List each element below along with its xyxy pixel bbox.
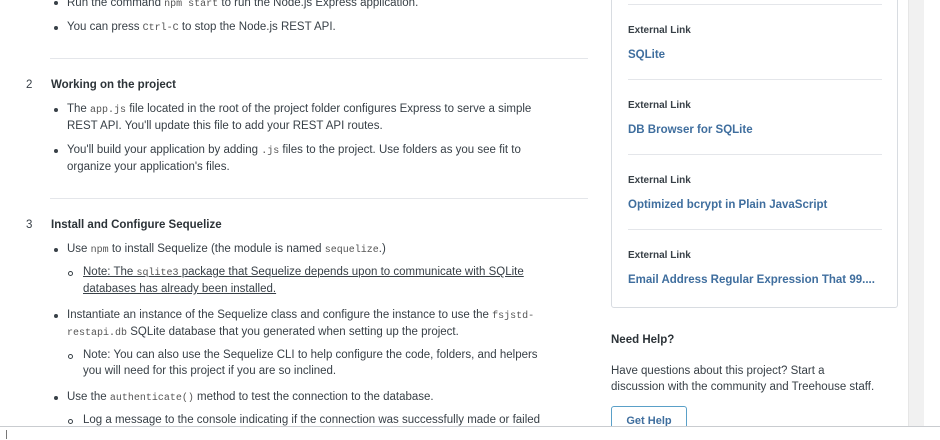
resource-label: External Link <box>628 250 691 261</box>
resource-title[interactable]: SQLite <box>628 49 882 61</box>
step-divider <box>50 58 588 59</box>
resource-link-sqlite[interactable]: External Link SQLite <box>628 25 882 61</box>
step3-bullet-install: Use npm to install Sequelize (the module… <box>67 243 386 256</box>
bullet-dot <box>54 248 58 252</box>
help-description-line2: discussion with the community and Treeho… <box>611 381 875 393</box>
help-description: Have questions about this project? Start… <box>611 363 911 395</box>
step-title: Install and Configure Sequelize <box>51 219 222 231</box>
step-title: Working on the project <box>51 79 177 91</box>
resource-divider <box>628 79 882 80</box>
step3-note-sqlite3: Note: The sqlite3 package that Sequelize… <box>83 266 524 279</box>
resource-divider <box>628 4 882 5</box>
bullet-dot <box>54 314 58 318</box>
resource-divider <box>628 154 882 155</box>
step-number: 2 <box>26 79 33 91</box>
step3-note-sqlite3-line2: databases has already been installed. <box>83 283 277 295</box>
step1-bullet-npm-start: Run the command npm start to run the Nod… <box>67 0 419 10</box>
bullet-dot <box>54 26 58 30</box>
bullet-dot <box>54 396 58 400</box>
sub-bullet-ring <box>68 354 73 359</box>
resource-divider <box>628 229 882 230</box>
bullet-dot <box>54 108 58 112</box>
step1-bullet-ctrl-c: You can press Ctrl-C to stop the Node.js… <box>67 21 336 34</box>
resource-link-bcrypt[interactable]: External Link Optimized bcrypt in Plain … <box>628 175 882 211</box>
sub-bullet-ring <box>68 419 73 424</box>
page-viewport: Run the command npm start to run the Nod… <box>0 0 924 426</box>
resources-panel: External Link SQLite External Link DB Br… <box>611 0 898 308</box>
resource-label: External Link <box>628 175 691 186</box>
sub-bullet-ring <box>68 271 73 276</box>
step3-note-cli-line2: you will need for this project if you ar… <box>83 365 337 377</box>
step-number: 3 <box>26 219 33 231</box>
resource-label: External Link <box>628 100 691 111</box>
bottom-bar <box>0 426 940 440</box>
step3-note-log: Log a message to the console indicating … <box>83 414 541 426</box>
help-heading: Need Help? <box>611 334 675 346</box>
get-help-button[interactable]: Get Help <box>611 406 687 426</box>
step3-bullet-instantiate: Instantiate an instance of the Sequelize… <box>67 309 535 322</box>
step2-bullet-js-files: You'll build your application by adding … <box>67 144 521 157</box>
resource-label: External Link <box>628 25 691 36</box>
resource-title[interactable]: Optimized bcrypt in Plain JavaScript <box>628 199 882 211</box>
resource-link-db-browser[interactable]: External Link DB Browser for SQLite <box>628 100 882 136</box>
step3-bullet-authenticate: Use the authenticate() method to test th… <box>67 391 434 404</box>
step-divider <box>50 198 588 199</box>
help-description-line1: Have questions about this project? Start… <box>611 365 825 377</box>
text-cursor <box>6 430 7 439</box>
resource-title[interactable]: DB Browser for SQLite <box>628 124 882 136</box>
bullet-dot <box>54 1 58 5</box>
step2-bullet-app-js: The app.js file located in the root of t… <box>67 103 532 116</box>
bullet-dot <box>54 149 58 153</box>
vertical-scrollbar[interactable] <box>908 0 924 426</box>
resource-title[interactable]: Email Address Regular Expression That 99… <box>628 274 882 286</box>
step2-bullet-js-files-line2: organize your application's files. <box>67 161 230 173</box>
resource-link-email-regex[interactable]: External Link Email Address Regular Expr… <box>628 250 882 286</box>
step2-bullet-app-js-line2: REST API. You'll update this file to add… <box>67 120 383 132</box>
step3-note-cli: Note: You can also use the Sequelize CLI… <box>83 349 538 361</box>
step3-bullet-instantiate-line2: restapi.db SQLite database that you gene… <box>67 326 459 339</box>
